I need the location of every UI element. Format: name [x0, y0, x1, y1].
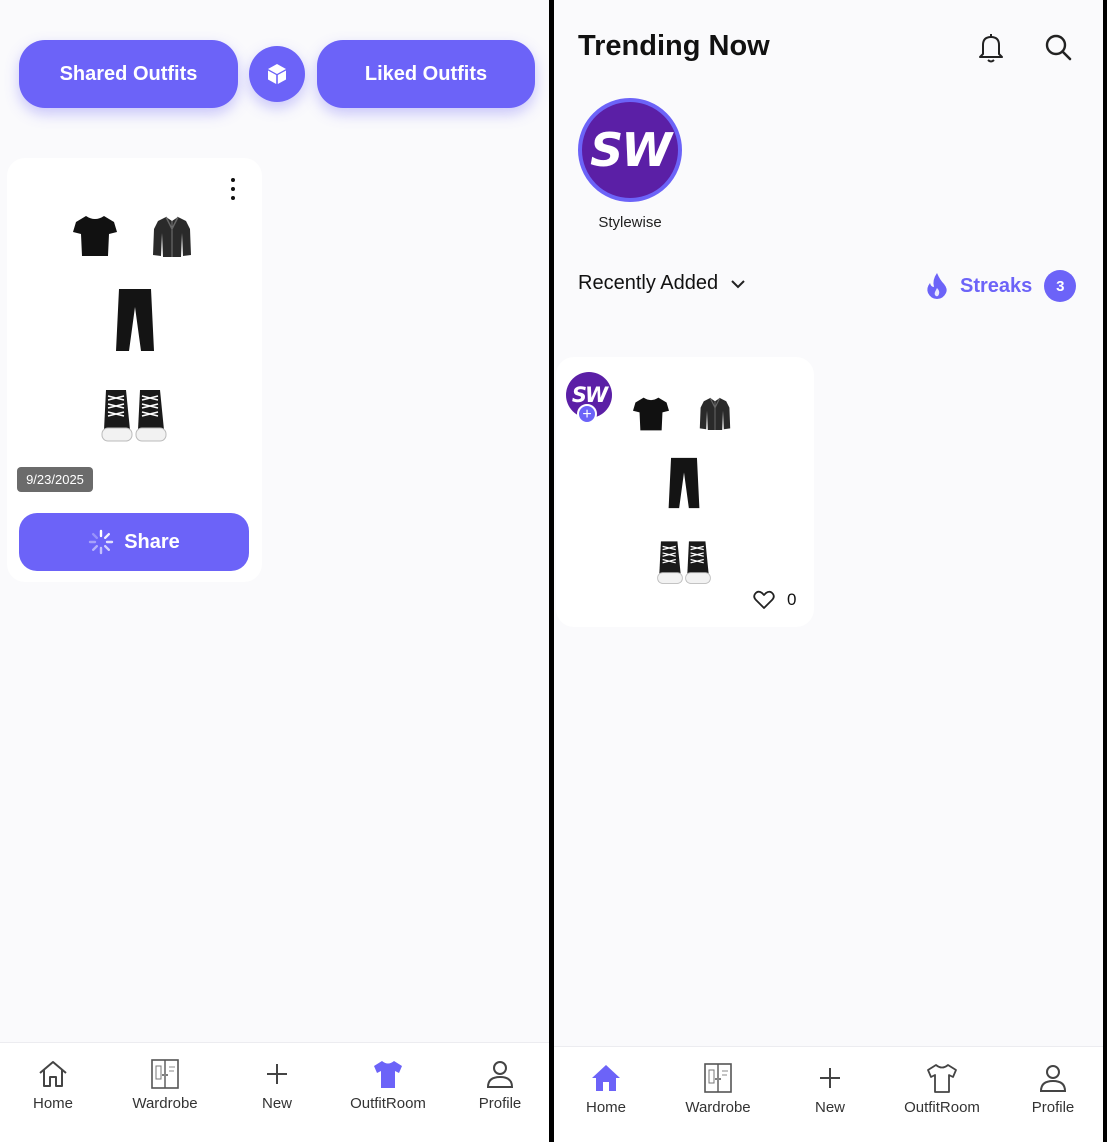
frame-edge — [1103, 0, 1107, 1142]
leather-jacket-image — [699, 397, 731, 430]
user-icon — [486, 1061, 514, 1088]
nav-home-label: Home — [32, 1095, 73, 1112]
liked-outfits-button[interactable]: Liked Outfits — [317, 40, 535, 108]
cube-icon — [268, 64, 286, 84]
notifications-button[interactable] — [976, 32, 1006, 64]
nav-outfitroom[interactable]: OutfitRoom — [892, 1061, 992, 1116]
chevron-down-icon — [731, 279, 745, 288]
like-count: 0 — [787, 590, 797, 609]
streaks-button[interactable]: Streaks 3 — [926, 270, 1077, 302]
avatar-initials: SW — [590, 123, 672, 177]
tshirt-icon — [374, 1061, 402, 1088]
shared-outfits-button[interactable]: Shared Outfits — [19, 40, 238, 108]
search-icon — [1045, 34, 1072, 61]
more-options-icon[interactable] — [221, 176, 245, 202]
stylewise-avatar[interactable]: SW — [578, 98, 682, 202]
nav-outfitroom-label: OutfitRoom — [904, 1099, 980, 1116]
sneakers-image — [101, 390, 167, 442]
like-button[interactable]: 0 — [753, 590, 796, 610]
black-tshirt-image — [633, 397, 669, 431]
home-icon — [592, 1065, 620, 1091]
nav-profile-label: Profile — [478, 1095, 522, 1112]
nav-home[interactable]: Home — [3, 1057, 103, 1112]
nav-profile-label: Profile — [1031, 1099, 1075, 1116]
bell-icon — [979, 34, 1003, 63]
wardrobe-icon — [704, 1063, 732, 1093]
avatar-name: Stylewise — [598, 214, 662, 231]
nav-new[interactable]: New — [780, 1061, 880, 1116]
search-button[interactable] — [1043, 32, 1073, 64]
nav-new[interactable]: New — [227, 1057, 327, 1112]
nav-wardrobe-label: Wardrobe — [132, 1095, 198, 1112]
wardrobe-icon — [151, 1059, 179, 1089]
streak-count-badge: 3 — [1044, 270, 1077, 302]
flame-icon — [927, 273, 947, 299]
heart-icon — [753, 590, 775, 609]
nav-profile[interactable]: Profile — [450, 1057, 549, 1112]
page-title: Trending Now — [578, 30, 770, 62]
plus-icon — [820, 1068, 840, 1088]
bottom-nav: Home Wardrobe New OutfitRoom Profile — [554, 1046, 1103, 1142]
tshirt-icon — [927, 1064, 957, 1093]
nav-wardrobe[interactable]: Wardrobe — [115, 1057, 215, 1112]
share-label: Share — [124, 530, 180, 553]
black-pants-image — [116, 289, 154, 351]
nav-wardrobe[interactable]: Wardrobe — [668, 1061, 768, 1116]
bottom-nav: Home Wardrobe New OutfitRoom Profile — [0, 1042, 549, 1142]
date-badge: 9/23/2025 — [17, 467, 93, 492]
sort-selected: Recently Added — [578, 272, 719, 294]
plus-icon — [267, 1064, 287, 1084]
nav-outfitroom[interactable]: OutfitRoom — [338, 1057, 438, 1112]
nav-new-label: New — [814, 1099, 845, 1116]
home-screen: Trending Now SW Stylewise Recently Added… — [554, 0, 1103, 1142]
follow-plus-icon[interactable]: + — [577, 404, 597, 424]
home-icon — [39, 1061, 67, 1087]
nav-profile[interactable]: Profile — [1003, 1061, 1103, 1116]
nav-home-label: Home — [585, 1099, 626, 1116]
cube-button[interactable] — [249, 46, 305, 102]
nav-home[interactable]: Home — [556, 1061, 656, 1116]
streaks-label: Streaks — [960, 274, 1033, 297]
user-icon — [1039, 1065, 1067, 1092]
outfitroom-screen: Shared Outfits Liked Outfits 9/23/2025 S… — [0, 0, 549, 1142]
black-tshirt-image — [73, 216, 117, 256]
nav-new-label: New — [261, 1095, 292, 1112]
sort-dropdown[interactable]: Recently Added — [578, 272, 746, 295]
sneakers-image — [657, 541, 711, 584]
loading-spinner-icon — [89, 529, 114, 555]
nav-outfitroom-label: OutfitRoom — [350, 1095, 426, 1112]
leather-jacket-image — [153, 216, 191, 257]
share-button[interactable]: Share — [19, 513, 249, 571]
nav-wardrobe-label: Wardrobe — [685, 1099, 751, 1116]
black-pants-image — [668, 457, 700, 509]
